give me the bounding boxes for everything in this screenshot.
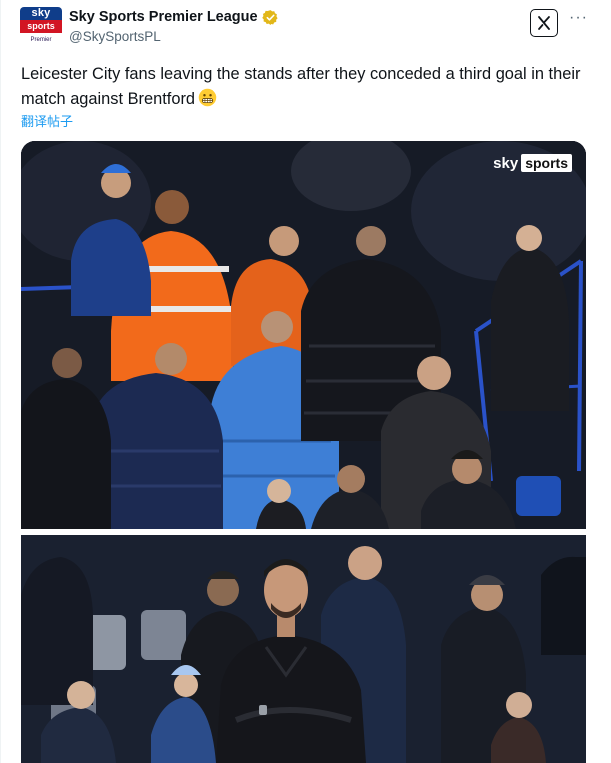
grok-icon [538,16,550,30]
user-handle[interactable]: @SkySportsPL [69,29,161,44]
watermark-sky-text: sky [493,154,519,172]
tweet-card: sky sports Premier League Sky Sports Pre… [0,0,611,763]
name-row: Sky Sports Premier League [69,8,279,26]
grimacing-face-emoji-icon [198,88,217,107]
tweet-text: Leicester City fans leaving the stands a… [21,62,593,112]
divider [0,0,1,763]
stands-scene [21,141,586,529]
sky-sports-watermark: sky sports [493,154,572,172]
avatar-sports-text: sports [20,20,62,33]
watermark-sports-text: sports [521,154,572,172]
tweet-text-body: Leicester City fans leaving the stands a… [21,65,581,108]
verified-badge-icon[interactable] [261,9,279,26]
more-options-button[interactable]: ··· [569,9,588,27]
avatar-sky-text: sky [20,7,62,20]
avatar-league-text: Premier League [20,33,62,48]
grok-button[interactable] [530,9,558,37]
avatar[interactable]: sky sports Premier League [20,7,62,48]
translate-post-link[interactable]: 翻译帖子 [21,111,73,130]
display-name[interactable]: Sky Sports Premier League [69,9,258,25]
media-container[interactable]: sky sports [21,141,586,763]
fans-leaving-stands-photo[interactable]: sky sports [21,141,586,529]
manager-crowd-photo[interactable] [21,535,586,763]
manager-scene [21,535,586,763]
